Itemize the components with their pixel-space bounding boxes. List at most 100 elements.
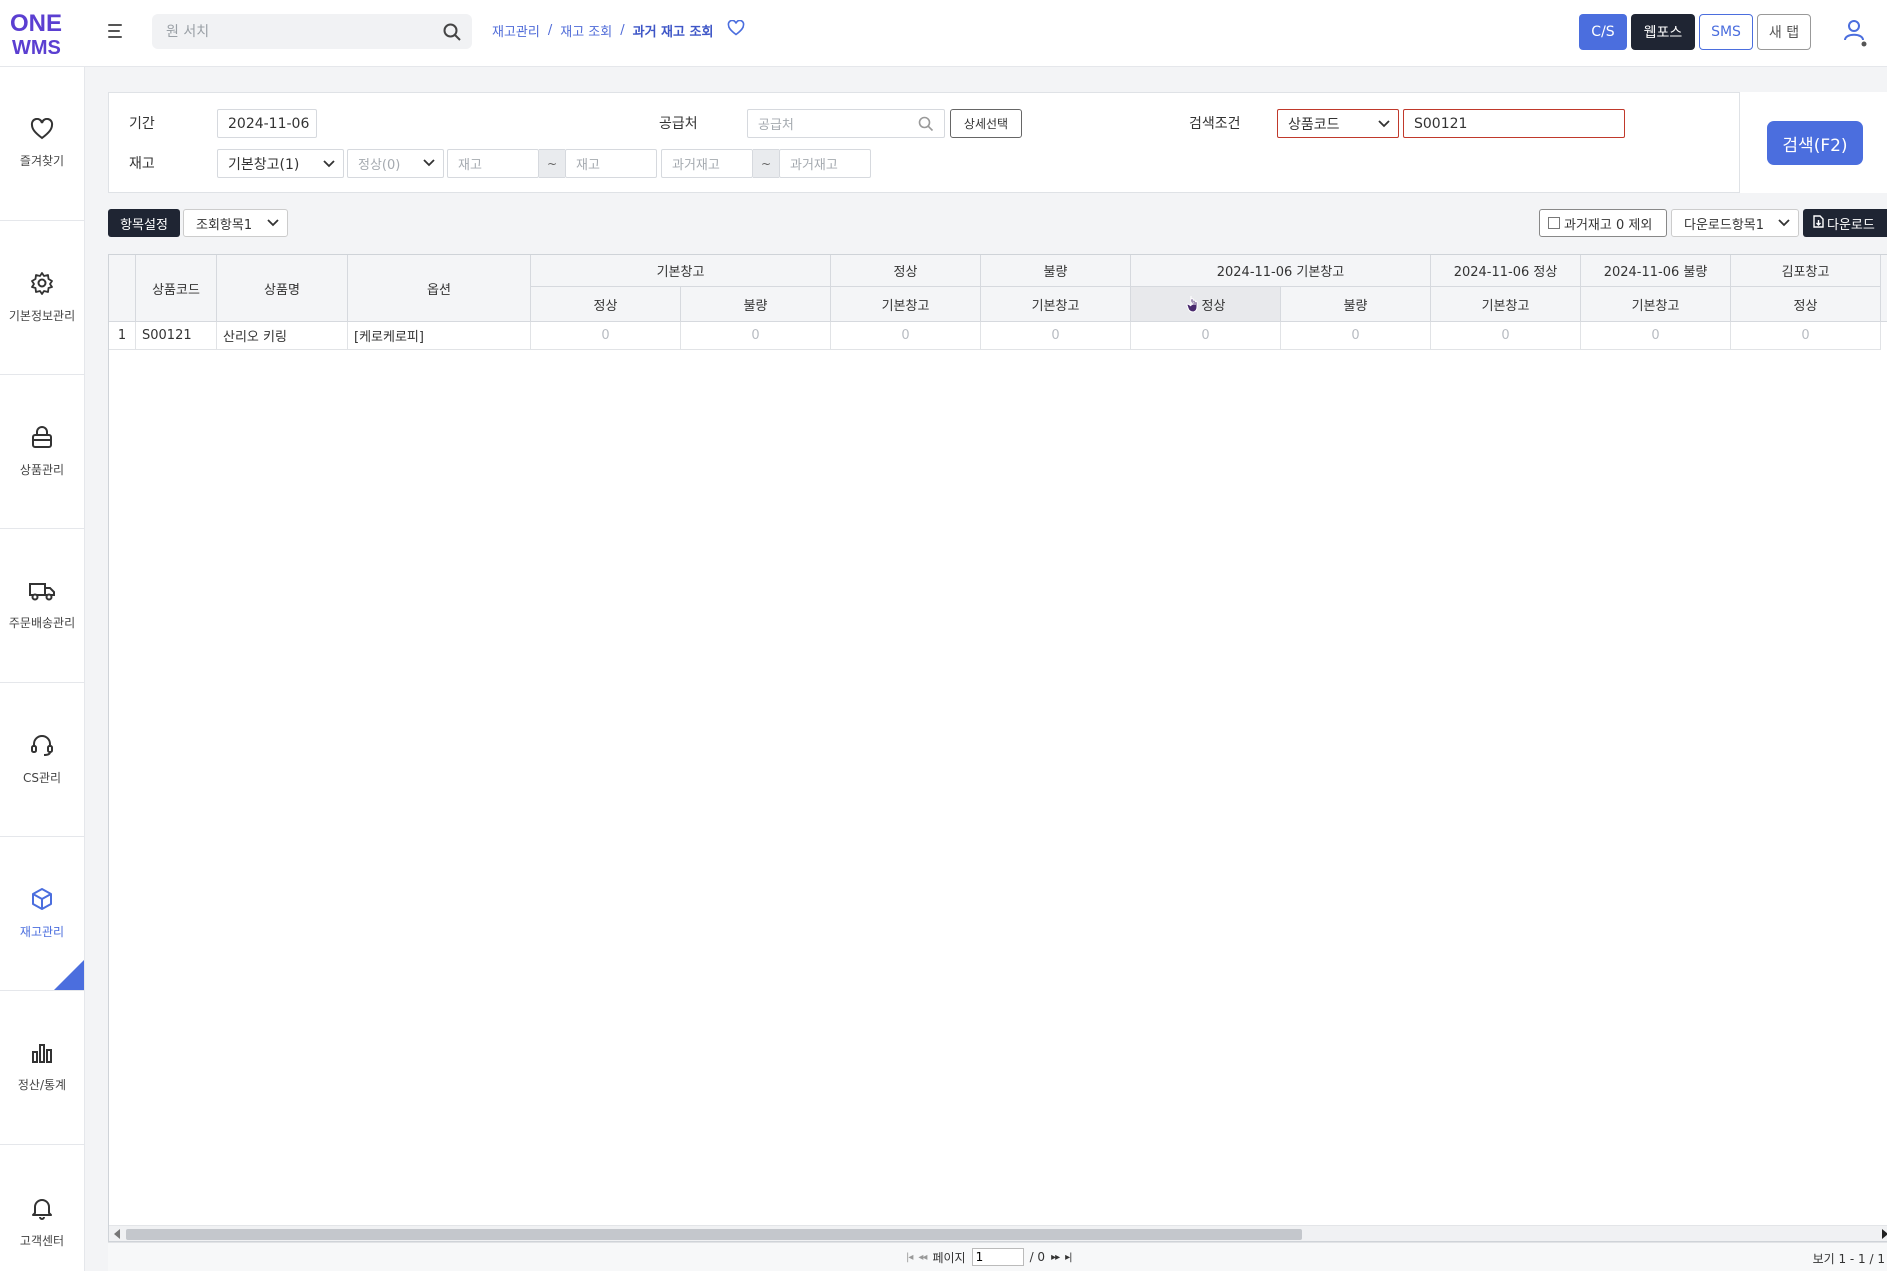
prev-page-icon[interactable]: ◂◂ [918, 1252, 927, 1263]
chevron-down-icon [323, 156, 335, 172]
group-header-defective: 불량 [981, 255, 1131, 287]
webpos-button[interactable]: 웹포스 [1631, 14, 1695, 50]
active-corner-marker [54, 960, 84, 990]
sub-header-cell[interactable]: 기본창고 [831, 287, 981, 322]
past-stock-range-tilde: ~ [753, 149, 779, 178]
sub-header-cell[interactable]: 불량 [1281, 287, 1431, 322]
table-cell-value[interactable]: 0 [831, 322, 981, 350]
sub-header-cell[interactable]: 정상 [1731, 287, 1881, 322]
condition-value-input[interactable]: S00121 [1403, 109, 1625, 138]
scrollbar-thumb[interactable] [126, 1229, 1302, 1240]
download-items-select[interactable]: 다운로드항목1 [1671, 209, 1799, 237]
next-page-icon[interactable]: ▸▸ [1051, 1252, 1060, 1263]
table-cell-value[interactable]: 0 [1131, 322, 1281, 350]
page-total: / 0 [1029, 1250, 1046, 1264]
table-cell-product-code[interactable]: S00121 [136, 322, 217, 350]
supplier-search-icon[interactable] [918, 116, 934, 136]
favorite-heart-icon[interactable] [727, 19, 745, 40]
global-search-input[interactable] [152, 14, 422, 49]
sub-header-cell[interactable]: 정상 [1131, 287, 1281, 322]
search-button[interactable]: 검색(F2) [1767, 121, 1863, 165]
group-header-date-normal: 2024-11-06 정상 [1431, 255, 1581, 287]
sidebar-item-stock[interactable]: 재고관리 [0, 837, 84, 991]
supplier-input[interactable]: 공급처 [747, 109, 945, 138]
group-header-date-default-warehouse: 2024-11-06 기본창고 [1131, 255, 1431, 287]
first-page-icon[interactable]: |◂ [906, 1252, 913, 1263]
download-button[interactable]: 다운로드 [1803, 209, 1887, 237]
breadcrumb-item-stock-management[interactable]: 재고관리 [492, 21, 540, 40]
condition-type-select[interactable]: 상품코드 [1277, 109, 1399, 138]
table-cell-value[interactable]: 0 [1431, 322, 1581, 350]
past-stock-from-input[interactable]: 과거재고 [661, 149, 753, 178]
stock-to-input[interactable]: 재고 [565, 149, 657, 178]
stock-from-input[interactable]: 재고 [447, 149, 539, 178]
period-label: 기간 [129, 116, 155, 132]
sub-header-cell[interactable]: 기본창고 [1431, 287, 1581, 322]
sidebar-item-basic-info[interactable]: 기본정보관리 [0, 221, 84, 375]
download-items-value: 다운로드항목1 [1684, 217, 1765, 233]
exclude-zero-label: 과거재고 0 제외 [1564, 217, 1653, 233]
last-page-icon[interactable]: ▸| [1065, 1252, 1072, 1263]
table-cell-value[interactable]: 0 [681, 322, 831, 350]
bell-icon [30, 1196, 54, 1224]
sidebar-item-settlement[interactable]: 정산/통계 [0, 991, 84, 1145]
lock-bag-icon [30, 425, 54, 453]
sidebar-item-customer-center[interactable]: 고객센터 [0, 1145, 84, 1271]
search-icon[interactable] [442, 22, 462, 46]
sub-header-cell[interactable]: 불량 [681, 287, 831, 322]
chevron-down-icon [1778, 216, 1790, 231]
period-date-input[interactable]: 2024-11-06 [217, 109, 317, 138]
exclude-zero-toggle[interactable]: 과거재고 0 제외 [1539, 209, 1667, 237]
table-cell-option[interactable]: [케로케로피] [348, 322, 531, 350]
table-cell-value[interactable]: 0 [1731, 322, 1881, 350]
user-profile-icon[interactable] [1843, 18, 1869, 52]
exclude-zero-checkbox[interactable] [1548, 217, 1560, 229]
table-cell-product-name[interactable]: 산리오 키링 [217, 322, 348, 350]
sidebar-item-cs[interactable]: CS관리 [0, 683, 84, 837]
sidebar-item-label: 기본정보관리 [8, 309, 76, 323]
sidebar-item-favorites[interactable]: 즐겨찾기 [0, 67, 84, 221]
heart-icon [30, 117, 54, 144]
sub-header-cell[interactable]: 기본창고 [1581, 287, 1731, 322]
menu-toggle-icon[interactable] [108, 20, 128, 44]
scroll-right-arrow-icon[interactable] [1882, 1229, 1887, 1239]
scroll-left-arrow-icon[interactable] [114, 1229, 120, 1239]
group-header-normal: 정상 [831, 255, 981, 287]
sidebar-item-orders[interactable]: 주문배송관리 [0, 529, 84, 683]
sidebar-item-label: 즐겨찾기 [19, 154, 65, 168]
page-number-input[interactable] [971, 1248, 1024, 1266]
cs-button[interactable]: C/S [1579, 14, 1627, 50]
sms-button[interactable]: SMS [1699, 14, 1753, 50]
column-settings-button[interactable]: 항목설정 [108, 209, 180, 237]
horizontal-scrollbar[interactable] [109, 1225, 1887, 1241]
onewms-logo[interactable]: ONE WMS [10, 10, 70, 59]
sidebar-item-label: 상품관리 [19, 463, 65, 477]
status-select-value: 정상(0) [358, 158, 401, 173]
header-option[interactable]: 옵션 [348, 255, 531, 322]
status-select[interactable]: 정상(0) [347, 149, 444, 178]
table-cell-value[interactable]: 0 [1581, 322, 1731, 350]
sub-header-cell[interactable]: 기본창고 [981, 287, 1131, 322]
table-cell-value[interactable]: 0 [981, 322, 1131, 350]
download-label: 다운로드 [1827, 217, 1875, 233]
sidebar-item-products[interactable]: 상품관리 [0, 375, 84, 529]
breadcrumb: 재고관리 / 재고 조회 / 과거 재고 조회 [492, 19, 745, 40]
group-header-overflow [1881, 255, 1887, 322]
breadcrumb-item-stock-inquiry[interactable]: 재고 조회 [560, 21, 612, 40]
detail-select-button[interactable]: 상세선택 [950, 109, 1022, 138]
header-product-name[interactable]: 상품명 [217, 255, 348, 322]
top-header: ONE WMS 재고관리 / 재고 조회 / 과거 재고 조회 C/S 웹포스 … [0, 0, 1887, 67]
sub-header-cell[interactable]: 정상 [531, 287, 681, 322]
header-product-code[interactable]: 상품코드 [136, 255, 217, 322]
table-cell-value[interactable]: 0 [531, 322, 681, 350]
past-stock-to-input[interactable]: 과거재고 [779, 149, 871, 178]
view-items-select[interactable]: 조회항목1 [183, 209, 288, 237]
logo-line2: WMS [12, 37, 61, 58]
warehouse-select[interactable]: 기본창고(1) [217, 149, 344, 178]
global-search [152, 14, 472, 49]
chevron-down-icon [267, 216, 279, 231]
table-cell-value[interactable]: 0 [1281, 322, 1431, 350]
new-tab-button[interactable]: 새 탭 [1757, 14, 1811, 50]
file-download-icon [1813, 214, 1824, 232]
sidebar-item-label: 정산/통계 [17, 1078, 67, 1092]
